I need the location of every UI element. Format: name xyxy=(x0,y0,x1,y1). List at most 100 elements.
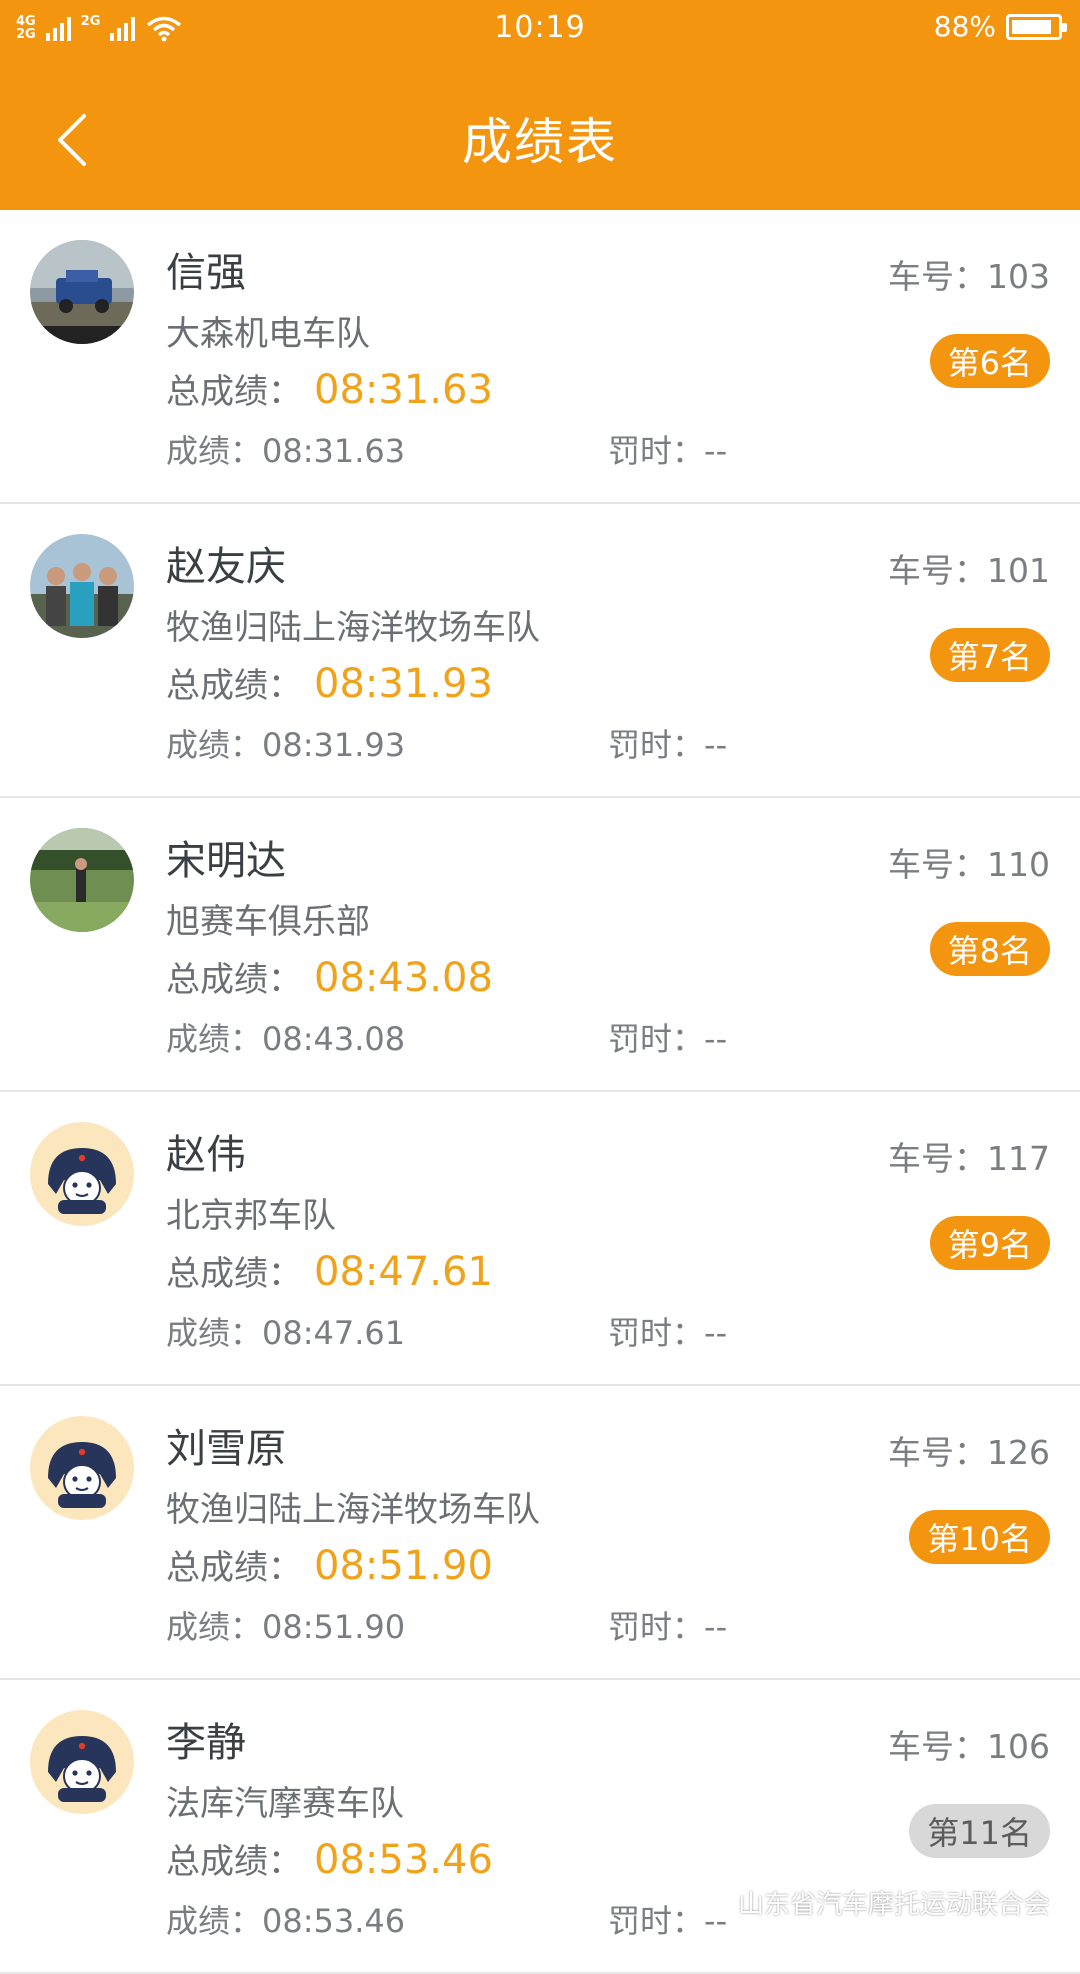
penalty-label: 罚时： xyxy=(608,1902,705,1940)
battery-percent: 88% xyxy=(933,10,996,43)
watermark: 山东省汽车摩托运动联合会 xyxy=(699,1888,1050,1920)
total-score: 总成绩： 08:43.08 xyxy=(166,952,493,1001)
result-row[interactable]: 李静 法库汽摩赛车队 总成绩： 08:53.46 成绩：08:53.46 罚时：… xyxy=(0,1680,1080,1974)
clock: 10:19 xyxy=(494,10,586,45)
team-name: 大森机电车队 xyxy=(166,314,370,354)
total-score-value: 08:47.61 xyxy=(314,1249,493,1295)
driver-name: 赵伟 xyxy=(166,1132,246,1178)
team-name: 牧渔归陆上海洋牧场车队 xyxy=(166,1490,540,1530)
car-number: 车号：106 xyxy=(888,1720,1050,1768)
car-number-value: 117 xyxy=(987,1139,1050,1178)
team-name: 北京邦车队 xyxy=(166,1196,336,1236)
car-number: 车号：103 xyxy=(888,250,1050,298)
total-score-value: 08:51.90 xyxy=(314,1543,493,1589)
car-number-label: 车号： xyxy=(888,1139,987,1178)
team-name: 旭赛车俱乐部 xyxy=(166,902,370,942)
result-row[interactable]: 宋明达 旭赛车俱乐部 总成绩： 08:43.08 成绩：08:43.08 罚时：… xyxy=(0,798,1080,1092)
battery-indicator: 88% xyxy=(933,10,1067,43)
rank-badge: 第8名 xyxy=(929,922,1050,976)
total-score-label: 总成绩： xyxy=(166,372,302,412)
score-value: 08:31.93 xyxy=(262,726,406,764)
driver-name: 刘雪原 xyxy=(166,1426,286,1472)
penalty-label: 罚时： xyxy=(608,1608,705,1646)
car-number-value: 106 xyxy=(987,1727,1050,1766)
penalty-value: -- xyxy=(704,1314,728,1352)
result-row[interactable]: 赵伟 北京邦车队 总成绩： 08:47.61 成绩：08:47.61 罚时：--… xyxy=(0,1092,1080,1386)
car-number-label: 车号： xyxy=(888,1433,987,1472)
rank-badge: 第7名 xyxy=(929,628,1050,682)
rank-badge: 第6名 xyxy=(929,334,1050,388)
score: 成绩：08:53.46 xyxy=(166,1896,405,1942)
rank-badge: 第10名 xyxy=(909,1510,1050,1564)
total-score-label: 总成绩： xyxy=(166,960,302,1000)
total-score: 总成绩： 08:47.61 xyxy=(166,1246,493,1295)
score: 成绩：08:47.61 xyxy=(166,1308,405,1354)
score-value: 08:47.61 xyxy=(262,1314,406,1352)
car-number: 车号：126 xyxy=(888,1426,1050,1474)
penalty-value: -- xyxy=(704,432,728,470)
rank-badge: 第11名 xyxy=(909,1804,1050,1858)
car-number-value: 110 xyxy=(987,845,1050,884)
score: 成绩：08:31.63 xyxy=(166,426,405,472)
car-number-value: 103 xyxy=(987,257,1050,296)
score-label: 成绩： xyxy=(166,1020,263,1058)
driver-name: 宋明达 xyxy=(166,838,286,884)
total-score: 总成绩： 08:31.93 xyxy=(166,658,493,707)
results-list: 信强 大森机电车队 总成绩： 08:31.63 成绩：08:31.63 罚时：-… xyxy=(0,210,1080,1974)
car-number-label: 车号： xyxy=(888,257,987,296)
penalty: 罚时：-- xyxy=(608,720,727,766)
total-score: 总成绩： 08:51.90 xyxy=(166,1540,493,1589)
penalty-label: 罚时： xyxy=(608,432,705,470)
penalty-label: 罚时： xyxy=(608,1020,705,1058)
total-score-value: 08:31.63 xyxy=(314,367,493,413)
result-row[interactable]: 信强 大森机电车队 总成绩： 08:31.63 成绩：08:31.63 罚时：-… xyxy=(0,210,1080,504)
battery-icon xyxy=(1006,13,1067,40)
car-number-label: 车号： xyxy=(888,845,987,884)
total-score-label: 总成绩： xyxy=(166,1254,302,1294)
car-number-value: 101 xyxy=(987,551,1050,590)
total-score-label: 总成绩： xyxy=(166,666,302,706)
score: 成绩：08:51.90 xyxy=(166,1602,405,1648)
score-label: 成绩： xyxy=(166,1314,263,1352)
score-label: 成绩： xyxy=(166,432,263,470)
penalty-value: -- xyxy=(704,1608,728,1646)
penalty: 罚时：-- xyxy=(608,1308,727,1354)
score-value: 08:53.46 xyxy=(262,1902,406,1940)
status-bar: 4G 2G 2G 10:19 88% xyxy=(0,0,1080,56)
result-row[interactable]: 赵友庆 牧渔归陆上海洋牧场车队 总成绩： 08:31.93 成绩：08:31.9… xyxy=(0,504,1080,798)
score-label: 成绩： xyxy=(166,726,263,764)
score-label: 成绩： xyxy=(166,1902,263,1940)
top-nav-bar: 成绩表 xyxy=(0,56,1080,210)
driver-name: 信强 xyxy=(166,250,246,296)
watermark-text: 山东省汽车摩托运动联合会 xyxy=(737,1889,1050,1920)
penalty-label: 罚时： xyxy=(608,726,705,764)
total-score-label: 总成绩： xyxy=(166,1842,302,1882)
wechat-icon xyxy=(699,1890,729,1913)
page-title: 成绩表 xyxy=(462,113,618,171)
driver-name: 李静 xyxy=(166,1720,246,1766)
score-value: 08:43.08 xyxy=(262,1020,406,1058)
team-name: 法库汽摩赛车队 xyxy=(166,1784,404,1824)
total-score-value: 08:31.93 xyxy=(314,661,493,707)
score-value: 08:51.90 xyxy=(262,1608,406,1646)
avatar xyxy=(30,828,134,932)
rank-badge: 第9名 xyxy=(929,1216,1050,1270)
total-score: 总成绩： 08:31.63 xyxy=(166,364,493,413)
car-number-label: 车号： xyxy=(888,551,987,590)
score: 成绩：08:31.93 xyxy=(166,720,405,766)
score-value: 08:31.63 xyxy=(262,432,406,470)
result-row[interactable]: 刘雪原 牧渔归陆上海洋牧场车队 总成绩： 08:51.90 成绩：08:51.9… xyxy=(0,1386,1080,1680)
penalty: 罚时：-- xyxy=(608,1602,727,1648)
driver-name: 赵友庆 xyxy=(166,544,286,590)
avatar xyxy=(30,534,134,638)
car-number-value: 126 xyxy=(987,1433,1050,1472)
penalty-value: -- xyxy=(704,726,728,764)
car-number: 车号：110 xyxy=(888,838,1050,886)
score-label: 成绩： xyxy=(166,1608,263,1646)
penalty: 罚时：-- xyxy=(608,1014,727,1060)
team-name: 牧渔归陆上海洋牧场车队 xyxy=(166,608,540,648)
score: 成绩：08:43.08 xyxy=(166,1014,405,1060)
car-number-label: 车号： xyxy=(888,1727,987,1766)
penalty: 罚时：-- xyxy=(608,426,727,472)
avatar xyxy=(30,1416,134,1520)
